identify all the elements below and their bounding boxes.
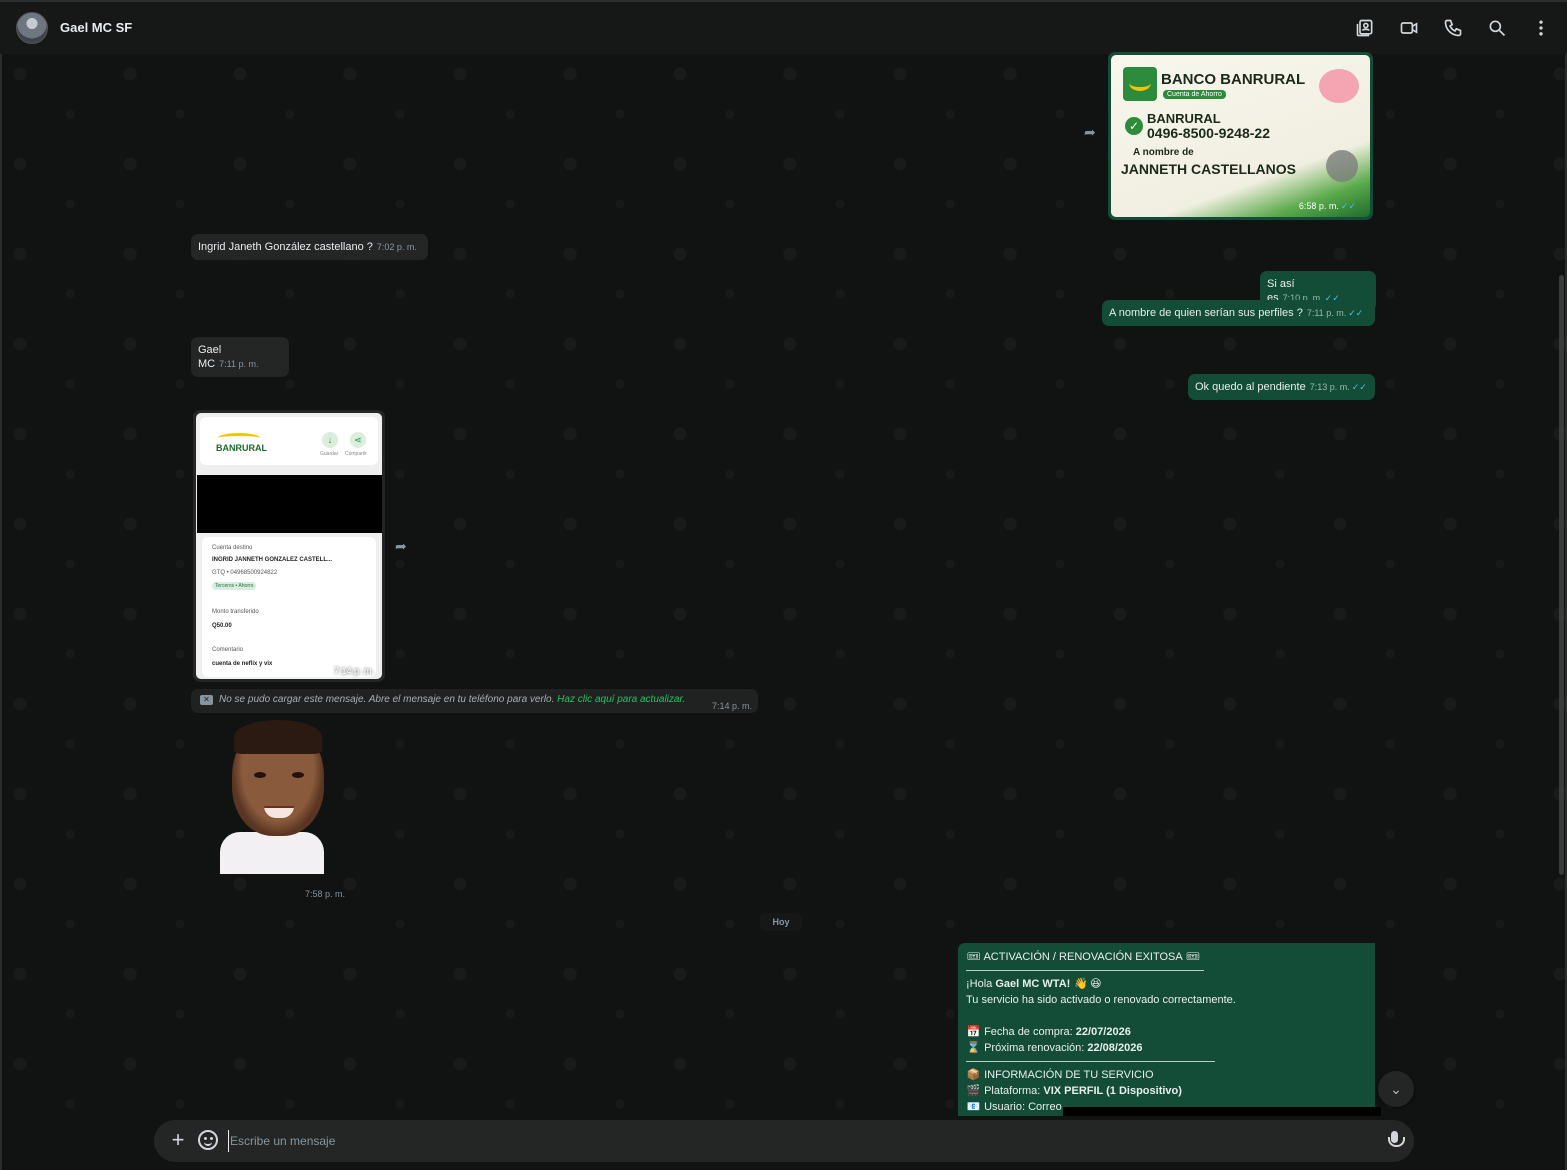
search-icon[interactable] xyxy=(1485,16,1509,40)
redacted-block xyxy=(197,475,382,533)
image-message-bank-account[interactable]: BANCO BANRURAL Cuenta de Ahorro ✓ BANRUR… xyxy=(1108,52,1373,220)
failed-message: ✕ No se pudo cargar este mensaje. Abre e… xyxy=(191,689,758,713)
renewal-date-line: ⌛ Próxima renovación: 22/08/2026 xyxy=(966,1042,1143,1054)
watermark-logo-icon xyxy=(1326,150,1358,182)
read-tick-icon: ✓✓ xyxy=(1340,201,1356,211)
comment-value: cuenta de neflix y vix xyxy=(212,661,273,667)
download-icon: ↓ xyxy=(322,432,338,448)
incoming-message[interactable]: Ingrid Janeth González castellano ? 7:02 … xyxy=(191,234,428,260)
calendar-icon: 📅 xyxy=(966,1026,981,1038)
wave-icon: 👋 xyxy=(1074,978,1088,990)
message-time: 6:58 p. m. ✓✓ xyxy=(1298,201,1356,211)
forward-icon[interactable]: ➦ xyxy=(1084,124,1100,140)
day-separator: Hoy xyxy=(760,913,802,931)
account-number: 0496-8500-9248-22 xyxy=(1147,125,1270,141)
scrollbar[interactable] xyxy=(1559,275,1564,875)
failed-text: No se pudo cargar este mensaje. Abre el … xyxy=(219,694,555,705)
email-icon: 📧 xyxy=(966,1101,981,1113)
bank-title: BANCO BANRURAL xyxy=(1161,71,1306,88)
dest-tag: Terceros • Ahorro xyxy=(212,582,257,590)
comment-label: Comentario xyxy=(212,647,244,653)
message-time: 7:11 p. m. xyxy=(219,359,259,369)
owner-label: A nombre de xyxy=(1133,147,1194,158)
refresh-link[interactable]: Haz clic aquí para actualizar. xyxy=(557,694,685,705)
share-icon: ⋖ xyxy=(350,432,366,448)
forward-icon[interactable]: ➦ xyxy=(395,538,411,554)
sticker-message[interactable] xyxy=(220,720,324,874)
receipt-logo: BANRURAL xyxy=(216,443,267,453)
info-title: 📦 INFORMACIÓN DE TU SERVICIO xyxy=(966,1069,1154,1081)
scroll-down-icon[interactable]: ⌄ xyxy=(1378,1071,1414,1107)
incoming-message[interactable]: Gael MC 7:11 p. m. xyxy=(191,337,289,377)
sticker-shirt xyxy=(220,832,324,874)
sticker-hair xyxy=(234,720,322,754)
share-label: Compartir xyxy=(345,451,367,457)
image-message-receipt[interactable]: BANRURAL ↓ Guardar ⋖ Compartir Cuenta de… xyxy=(193,410,385,682)
chat-header[interactable]: Gael MC SF xyxy=(0,0,1567,54)
receipt-image: BANRURAL ↓ Guardar ⋖ Compartir Cuenta de… xyxy=(196,413,382,679)
contact-name[interactable]: Gael MC SF xyxy=(60,20,132,35)
hourglass-icon: ⌛ xyxy=(966,1042,981,1054)
activation-title: 🎟 ACTIVACIÓN / RENOVACIÓN EXITOSA 🎟 xyxy=(966,951,1200,963)
message-input[interactable] xyxy=(228,1130,1368,1152)
error-icon: ✕ xyxy=(200,695,213,705)
amount-label: Monto transferido xyxy=(212,609,259,615)
read-tick-icon: ✓✓ xyxy=(1348,308,1364,318)
receipt-details: Cuenta destino INGRID JANNETH GONZALEZ C… xyxy=(202,537,376,677)
dest-label: Cuenta destino xyxy=(212,545,253,551)
message-time: 7:02 p. m. xyxy=(376,242,417,252)
read-tick-icon: ✓✓ xyxy=(1351,382,1367,392)
platform-line: 🎬 Plataforma: VIX PERFIL (1 Dispositivo) xyxy=(966,1085,1182,1097)
divider xyxy=(966,1061,1215,1062)
outgoing-message-activation[interactable]: 🎟 ACTIVACIÓN / RENOVACIÓN EXITOSA 🎟 ¡Hol… xyxy=(958,943,1375,1123)
activation-line: Tu servicio ha sido activado o renovado … xyxy=(966,994,1236,1006)
divider xyxy=(966,970,1204,971)
purchase-date-line: 📅 Fecha de compra: 22/07/2026 xyxy=(966,1026,1131,1038)
piggy-bank-icon xyxy=(1319,69,1359,103)
message-time: 7:13 p. m. xyxy=(1309,382,1350,392)
check-icon: ✓ xyxy=(1125,117,1143,135)
sticker-time: 7:58 p. m. xyxy=(305,889,346,899)
owner-name: JANNETH CASTELLANOS xyxy=(1121,161,1297,177)
save-label: Guardar xyxy=(320,451,339,457)
more-options-icon[interactable] xyxy=(1529,16,1553,40)
amount-value: Q50.00 xyxy=(212,623,232,629)
message-time: 7:14 p. m. xyxy=(711,701,752,711)
clapper-icon: 🎬 xyxy=(966,1085,981,1097)
dest-name: INGRID JANNETH GONZALEZ CASTELL... xyxy=(212,557,332,563)
outgoing-message[interactable]: A nombre de quien serían sus perfiles ? 7… xyxy=(1102,300,1375,326)
activation-greeting: ¡Hola Gael MC WTA! 👋 😆 xyxy=(966,978,1102,990)
video-call-icon[interactable] xyxy=(1397,16,1421,40)
smile-icon: 😆 xyxy=(1090,978,1102,990)
bank-name: BANRURAL xyxy=(1147,111,1221,126)
message-text: A nombre de quien serían sus perfiles ? xyxy=(1109,307,1303,319)
sticker-eye xyxy=(292,772,304,778)
message-composer: + xyxy=(154,1120,1414,1162)
attach-plus-icon[interactable]: + xyxy=(166,1129,190,1153)
package-icon: 📦 xyxy=(966,1069,981,1081)
contact-avatar[interactable] xyxy=(16,12,48,44)
header-actions xyxy=(1353,16,1553,40)
ticket-icon: 🎟 xyxy=(1185,951,1200,963)
dest-account: GTQ • 04968500924822 xyxy=(212,570,278,576)
microphone-icon[interactable] xyxy=(1388,1131,1405,1151)
outgoing-message[interactable]: Ok quedo al pendiente 7:13 p. m. ✓✓ xyxy=(1188,374,1375,400)
message-text: Gael MC xyxy=(198,344,222,370)
sticker-eye xyxy=(254,772,266,778)
phone-icon[interactable] xyxy=(1441,16,1465,40)
emoji-icon[interactable] xyxy=(198,1130,218,1150)
receipt-header: BANRURAL ↓ Guardar ⋖ Compartir xyxy=(200,417,378,465)
message-time: 7:11 p. m. xyxy=(1306,308,1347,318)
chat-window: Gael MC SF ➦ BANCO BANRURAL Cuenta de Ah… xyxy=(0,0,1567,1170)
bank-account-image: BANCO BANRURAL Cuenta de Ahorro ✓ BANRUR… xyxy=(1111,55,1370,217)
bank-logo-icon xyxy=(1123,67,1157,101)
banrural-logo-icon xyxy=(218,433,260,443)
bank-subtitle: Cuenta de Ahorro xyxy=(1163,90,1226,99)
contact-card-icon[interactable] xyxy=(1353,16,1377,40)
ticket-icon: 🎟 xyxy=(966,951,981,963)
message-text: Ok quedo al pendiente xyxy=(1195,381,1306,393)
message-time: 7:14 p. m. xyxy=(333,666,374,676)
message-text: Ingrid Janeth González castellano ? xyxy=(198,241,373,253)
